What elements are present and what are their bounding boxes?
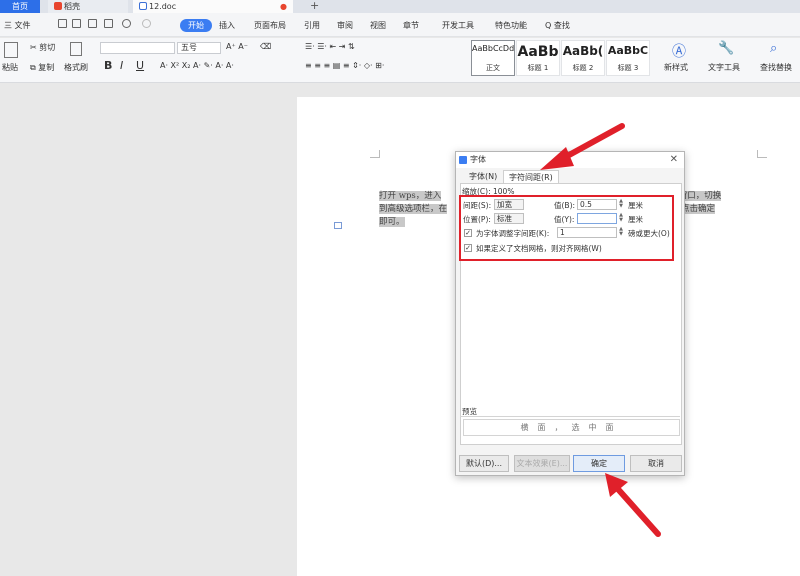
arrow-to-spacing-tab	[540, 123, 625, 170]
annotation-arrows	[540, 123, 661, 537]
arrow-to-ok-button	[605, 473, 661, 537]
